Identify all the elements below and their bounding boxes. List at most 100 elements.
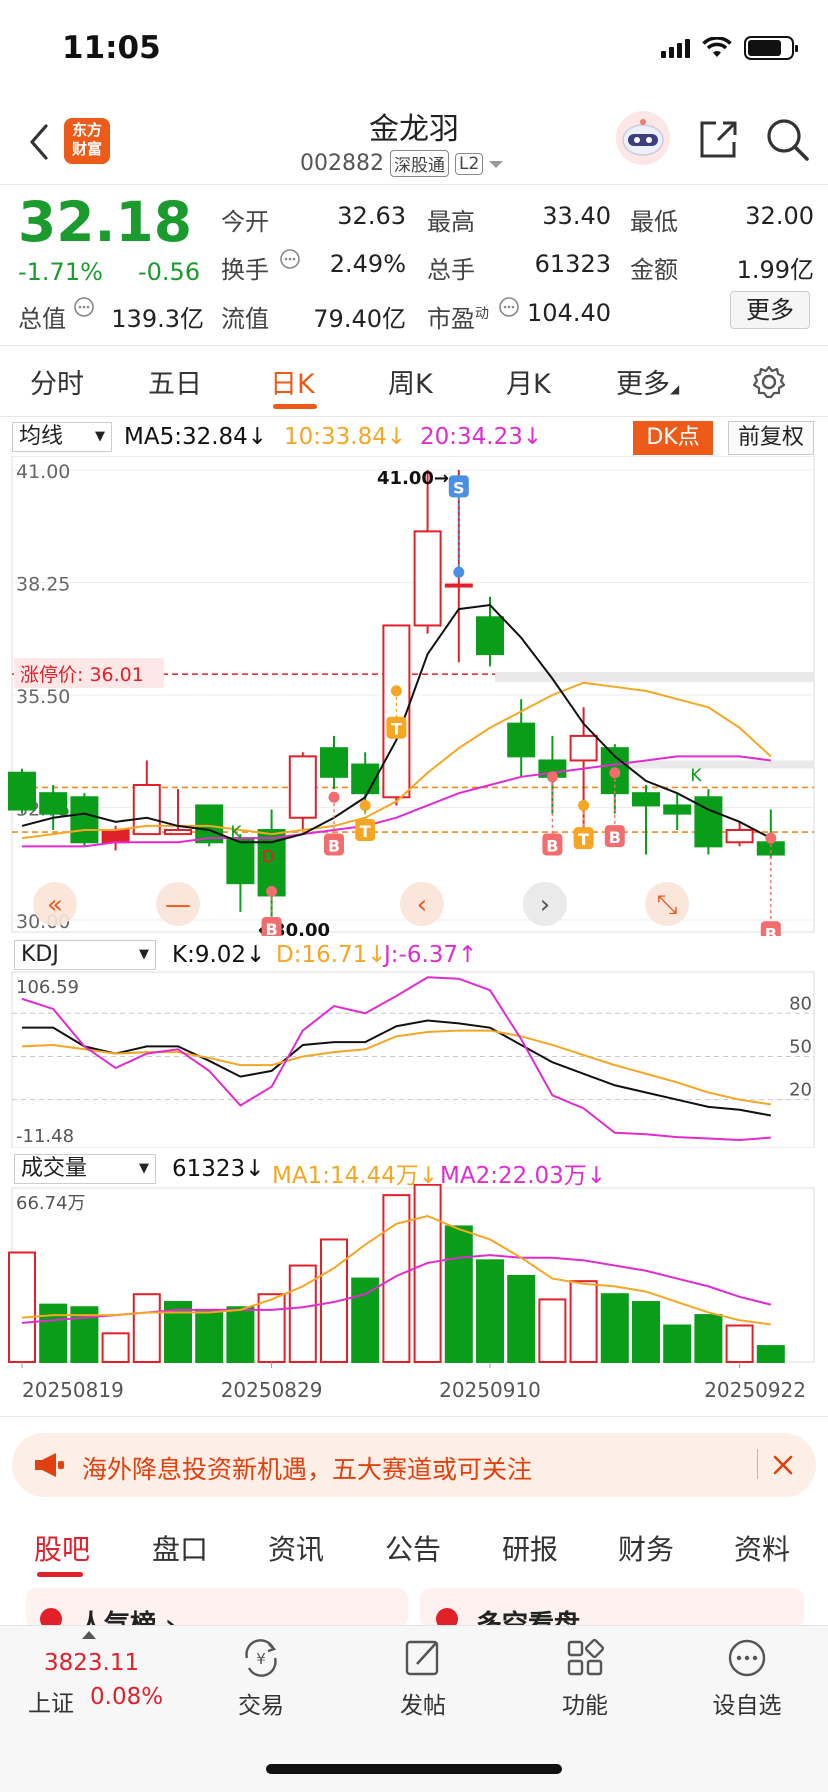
tab-news[interactable]: 资讯	[268, 1528, 324, 1568]
dk-point-button[interactable]: DK点	[633, 421, 713, 455]
kdj-level-label: 50	[789, 1036, 812, 1057]
y-axis-label: 35.50	[16, 686, 70, 708]
tab-profile[interactable]: 资料	[734, 1528, 790, 1568]
tab-finance[interactable]: 财务	[618, 1528, 674, 1568]
nav-post[interactable]: 发帖	[368, 1636, 478, 1720]
turnover-label: 换手	[221, 256, 269, 284]
forward-adjust-button[interactable]: 前复权	[728, 421, 814, 455]
date-label: 20250910	[439, 1378, 541, 1402]
kdj-level-label: 80	[789, 993, 812, 1014]
volume-bar	[226, 1306, 255, 1364]
active-tab-indicator	[273, 404, 317, 409]
turnover-value: 2.49%	[329, 250, 406, 278]
volume-chart[interactable]: 66.74万 20250819 20250829 20250910 20250922	[0, 1184, 828, 1412]
candle-body	[569, 734, 598, 762]
kdj-chart[interactable]: 80 50 20 106.59 -11.48	[0, 970, 828, 1148]
y-axis-label: 38.25	[16, 574, 70, 596]
candle-body	[288, 755, 317, 819]
stock-code-row[interactable]: 002882 深股通 L2	[300, 150, 504, 177]
banner-divider	[757, 1449, 758, 1479]
share-icon[interactable]	[696, 118, 740, 162]
index-percent[interactable]: 0.08%	[90, 1684, 163, 1710]
date-label: 20250829	[221, 1378, 323, 1402]
candle-body	[725, 829, 754, 844]
ma-indicator-select[interactable]: 均线 ▼	[12, 422, 112, 452]
kdj-indicator-select[interactable]: KDJ ▼	[14, 940, 156, 970]
tab-guba[interactable]: 股吧	[34, 1528, 90, 1568]
k-marker: K	[230, 823, 242, 843]
signal-dot	[328, 791, 340, 803]
pe-label: 市盈动	[427, 305, 489, 333]
volume-indicator-select[interactable]: 成交量 ▼	[14, 1154, 156, 1184]
ma20-value: 20:34.23↓	[420, 424, 543, 450]
signal-letter: B	[765, 924, 777, 936]
stock-code: 002882	[300, 151, 384, 176]
more-dots-icon	[728, 1639, 766, 1677]
candle-body	[70, 796, 99, 844]
app-root: 11:05 东方 财富 金龙羽 002882 深股通 L2 32.18 -1.7…	[0, 0, 828, 1792]
banner-text[interactable]: 海外降息投资新机遇，五大赛道或可关注	[82, 1450, 532, 1486]
volume-bar	[600, 1293, 629, 1364]
index-name[interactable]: 上证	[28, 1684, 74, 1718]
tab-weekly-k[interactable]: 周K	[388, 362, 433, 401]
more-button[interactable]: 更多	[730, 291, 810, 329]
amount-value: 1.99亿	[736, 256, 814, 284]
caret-down-icon	[489, 160, 504, 168]
signal-dot	[765, 832, 777, 844]
search-icon[interactable]	[764, 116, 812, 164]
chart-control-icon: ›	[540, 890, 550, 920]
signal-letter: B	[546, 836, 558, 855]
chart-control-icon: ⤡	[657, 890, 678, 920]
tab-monthly-k[interactable]: 月K	[506, 362, 551, 401]
robot-assistant-icon[interactable]	[612, 108, 674, 168]
k-marker: K	[690, 766, 702, 786]
kdj-top-label: 106.59	[16, 977, 79, 998]
volume-bar	[39, 1303, 68, 1363]
signal-dot	[453, 566, 465, 578]
volume-bar	[507, 1274, 536, 1363]
mktcap-label: 总值	[18, 305, 66, 333]
volume-bar	[538, 1298, 567, 1364]
signal-letter: B	[328, 836, 340, 855]
chart-control-icon: «	[47, 890, 63, 920]
candle-body	[413, 530, 442, 627]
change-amount: -0.56	[138, 258, 201, 286]
tab-intraday[interactable]: 分时	[30, 362, 84, 401]
kdj-d-value: D:16.71↓	[276, 942, 387, 968]
signal-dot	[546, 771, 558, 783]
index-value[interactable]: 3823.11	[44, 1650, 139, 1676]
candle-body	[101, 829, 130, 844]
info-icon[interactable]	[498, 296, 520, 318]
tab-research[interactable]: 研报	[502, 1528, 558, 1568]
volume-label: 总手	[427, 256, 475, 284]
tab-announcements[interactable]: 公告	[385, 1528, 441, 1568]
tab-pankou[interactable]: 盘口	[152, 1528, 208, 1568]
settings-gear-icon[interactable]	[752, 365, 786, 399]
info-icon[interactable]	[279, 248, 301, 270]
volume-bar	[8, 1251, 36, 1364]
tab-more[interactable]: 更多◢	[616, 362, 679, 401]
tab-five-day[interactable]: 五日	[148, 362, 202, 401]
nav-trade[interactable]: ¥ 交易	[206, 1636, 316, 1720]
nav-add-favorite[interactable]: 设自选	[692, 1636, 802, 1720]
ma10-value: 10:33.84↓	[284, 424, 407, 450]
signal-letter: T	[391, 720, 402, 739]
low-value: 32.00	[745, 202, 814, 230]
volume-bar	[382, 1194, 411, 1364]
tag-level2: L2	[454, 152, 484, 175]
tab-daily-k[interactable]: 日K	[270, 362, 315, 401]
volume-bar	[632, 1301, 660, 1364]
info-icon[interactable]	[73, 296, 95, 318]
candlestick-chart[interactable]: 41.0038.2535.5032.7530.00涨停价: 36.0141.00…	[0, 456, 828, 936]
current-price: 32.18	[18, 190, 192, 254]
signal-letter: B	[609, 828, 621, 847]
candle-body	[507, 722, 536, 758]
ma5-value: MA5:32.84↓	[124, 424, 268, 450]
high-label: 最高	[427, 208, 475, 236]
resistance-band	[495, 672, 814, 683]
close-icon[interactable]	[772, 1454, 794, 1476]
signal-dot	[609, 767, 621, 779]
pe-value: 104.40	[527, 299, 611, 327]
nav-functions[interactable]: 功能	[530, 1636, 640, 1720]
volume-bar	[756, 1345, 785, 1363]
